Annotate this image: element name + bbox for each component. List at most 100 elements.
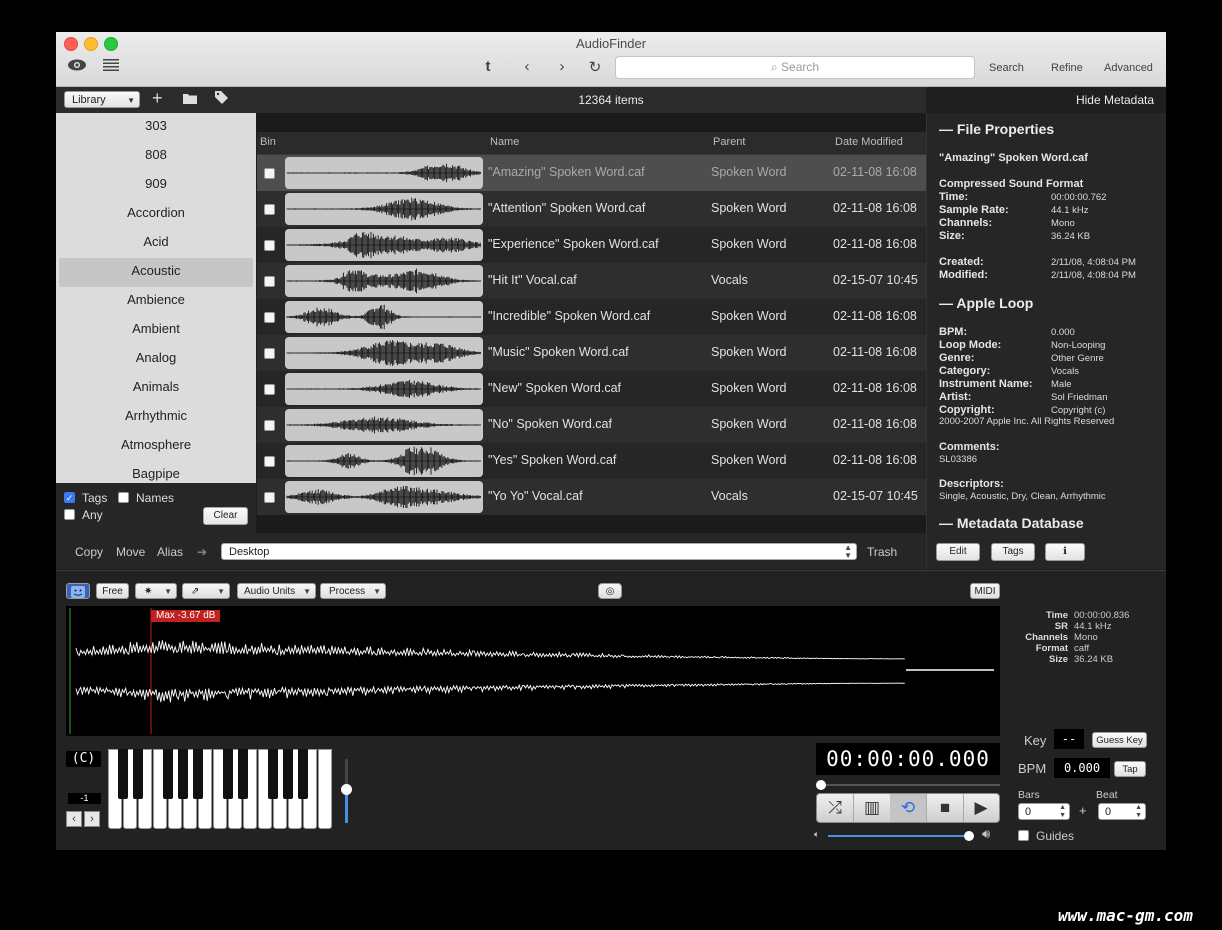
refresh-icon[interactable]: ↻ <box>584 58 606 76</box>
table-row[interactable]: "Incredible" Spoken Word.caf Spoken Word 0… <box>257 299 926 335</box>
table-row[interactable]: "Yo Yo" Vocal.caf Vocals 02-15-07 10:45 <box>257 479 926 515</box>
metadata-database-header[interactable]: — Metadata Database <box>939 515 1084 531</box>
black-key[interactable] <box>283 749 293 799</box>
bpm-value[interactable]: 0.000 <box>1054 758 1110 778</box>
loop-icon[interactable]: ⟲ <box>890 794 927 822</box>
info-icon[interactable]: ℹ <box>1045 543 1085 561</box>
settings-menu[interactable]: ✷ ▼ <box>135 583 177 599</box>
tag-item[interactable]: Bagpipe <box>56 461 256 483</box>
column-parent[interactable]: Parent <box>713 136 745 148</box>
table-row[interactable]: "Yes" Spoken Word.caf Spoken Word 02-11-08… <box>257 443 926 479</box>
names-checkbox[interactable] <box>118 492 129 503</box>
bin-checkbox[interactable] <box>264 240 275 251</box>
table-row[interactable]: "No" Spoken Word.caf Spoken Word 02-11-08 … <box>257 407 926 443</box>
table-row[interactable]: "Hit It" Vocal.caf Vocals 02-15-07 10:45 <box>257 263 926 299</box>
pitch-slider-track[interactable] <box>341 759 352 823</box>
table-row[interactable]: "Music" Spoken Word.caf Spoken Word 02-11-… <box>257 335 926 371</box>
tag-item[interactable]: 808 <box>56 142 256 171</box>
bin-checkbox[interactable] <box>264 168 275 179</box>
tag-item[interactable]: Analog <box>56 345 256 374</box>
tag-item[interactable]: Atmosphere <box>56 432 256 461</box>
tags-button[interactable]: Tags <box>991 543 1035 561</box>
hide-metadata-button[interactable]: Hide Metadata <box>1076 93 1154 107</box>
bin-checkbox[interactable] <box>264 456 275 467</box>
back-arrow-icon[interactable]: ‹ <box>516 58 538 75</box>
shuffle-icon[interactable]: ⤮ <box>817 794 854 822</box>
free-button[interactable]: Free <box>96 583 129 599</box>
black-key[interactable] <box>193 749 203 799</box>
forward-arrow-icon[interactable]: › <box>551 58 573 75</box>
white-key[interactable] <box>318 749 332 829</box>
tag-item[interactable]: 303 <box>56 113 256 142</box>
black-key[interactable] <box>163 749 173 799</box>
list-icon[interactable] <box>100 58 122 75</box>
column-bin[interactable]: Bin <box>260 136 276 148</box>
search-input[interactable]: ⌕ Search <box>615 56 975 79</box>
column-date-modified[interactable]: Date Modified <box>835 136 903 148</box>
table-row[interactable]: "Amazing" Spoken Word.caf Spoken Word 02-1… <box>257 155 926 191</box>
file-properties-header[interactable]: — File Properties <box>939 121 1054 137</box>
tag-item[interactable]: Acid <box>56 229 256 258</box>
pitch-slider-knob[interactable] <box>341 784 352 795</box>
waveform-view[interactable]: Max -3.67 dB <box>66 606 1000 736</box>
black-key[interactable] <box>298 749 308 799</box>
tap-button[interactable]: Tap <box>1114 761 1146 777</box>
black-key[interactable] <box>118 749 128 799</box>
midi-button[interactable]: MIDI <box>970 583 1000 599</box>
bin-checkbox[interactable] <box>264 204 275 215</box>
stop-icon[interactable]: ■ <box>927 794 964 822</box>
play-icon[interactable]: ▶ <box>963 794 999 822</box>
bin-checkbox[interactable] <box>264 420 275 431</box>
tag-item[interactable]: Arrhythmic <box>56 403 256 432</box>
black-key[interactable] <box>268 749 278 799</box>
volume-slider[interactable] <box>828 831 974 841</box>
finder-icon[interactable] <box>66 583 90 599</box>
black-key[interactable] <box>238 749 248 799</box>
search-button[interactable]: Search <box>989 62 1024 74</box>
any-checkbox[interactable] <box>64 509 75 520</box>
position-slider-knob[interactable] <box>816 780 826 790</box>
advanced-button[interactable]: Advanced <box>1104 62 1153 74</box>
audio-units-menu[interactable]: Audio Units ▼ <box>237 583 316 599</box>
black-key[interactable] <box>178 749 188 799</box>
tag-item[interactable]: Ambient <box>56 316 256 345</box>
column-name[interactable]: Name <box>490 136 519 148</box>
guess-key-button[interactable]: Guess Key <box>1092 732 1147 748</box>
trash-button[interactable]: Trash <box>867 545 897 559</box>
destination-select[interactable]: Desktop ▲ ▼ <box>221 543 857 560</box>
bin-checkbox[interactable] <box>264 312 275 323</box>
table-row[interactable]: "New" Spoken Word.caf Spoken Word 02-11-08… <box>257 371 926 407</box>
autoplay-icon[interactable]: ▥ <box>854 794 891 822</box>
tags-checkbox[interactable]: ✓ <box>64 492 75 503</box>
copy-button[interactable]: Copy <box>75 545 103 559</box>
apple-loop-header[interactable]: — Apple Loop <box>939 295 1033 311</box>
table-row[interactable]: "Experience" Spoken Word.caf Spoken Word 0… <box>257 227 926 263</box>
clear-button[interactable]: Clear <box>203 507 248 525</box>
tag-item[interactable]: Ambience <box>56 287 256 316</box>
position-slider[interactable] <box>816 780 1000 790</box>
bin-checkbox[interactable] <box>264 492 275 503</box>
alias-button[interactable]: Alias <box>157 545 183 559</box>
tag-item[interactable]: 909 <box>56 171 256 200</box>
move-button[interactable]: Move <box>116 545 145 559</box>
beat-stepper[interactable]: 0 ▲ ▼ <box>1098 803 1146 820</box>
tag-item[interactable]: Animals <box>56 374 256 403</box>
edit-button[interactable]: Edit <box>936 543 980 561</box>
guides-checkbox[interactable] <box>1018 830 1029 841</box>
octave-up-button[interactable]: › <box>84 811 100 827</box>
tag-item[interactable]: Accordion <box>56 200 256 229</box>
octave-down-button[interactable]: ‹ <box>66 811 82 827</box>
black-key[interactable] <box>223 749 233 799</box>
tag-item[interactable]: Acoustic <box>59 258 253 287</box>
parent-folder-icon[interactable]: t <box>477 58 499 75</box>
bin-checkbox[interactable] <box>264 276 275 287</box>
refine-button[interactable]: Refine <box>1051 62 1083 74</box>
bin-checkbox[interactable] <box>264 384 275 395</box>
target-icon[interactable]: ◎ <box>598 583 622 599</box>
eye-icon[interactable] <box>66 58 88 76</box>
process-menu[interactable]: Process ▼ <box>320 583 386 599</box>
black-key[interactable] <box>133 749 143 799</box>
piano-keyboard[interactable] <box>108 749 333 829</box>
share-menu[interactable]: ⇗ ▼ <box>182 583 230 599</box>
bars-stepper[interactable]: 0 ▲ ▼ <box>1018 803 1070 820</box>
